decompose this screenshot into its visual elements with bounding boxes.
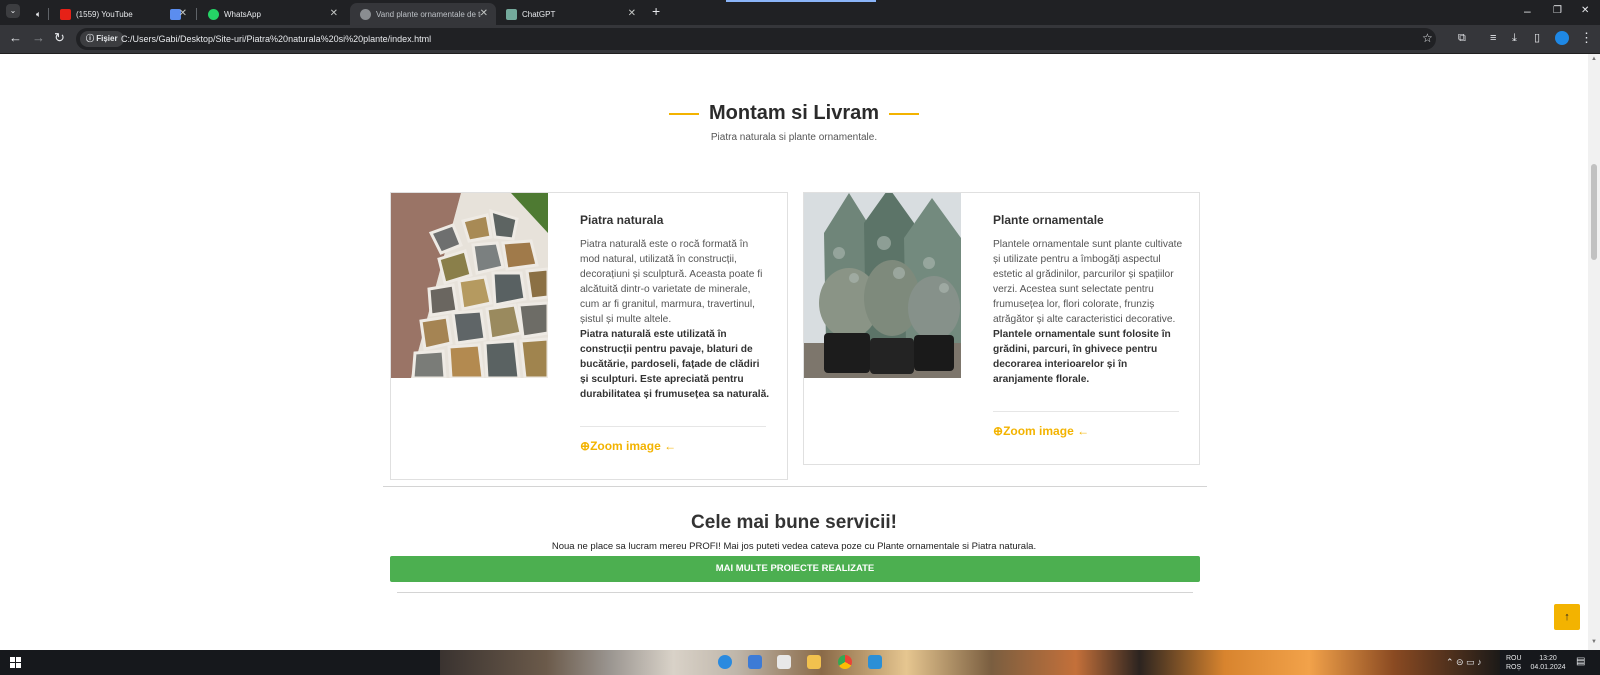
tab-label: ChatGPT: [522, 9, 556, 19]
speaker-icon: 🔈︎: [36, 8, 42, 19]
forward-icon[interactable]: →: [32, 30, 45, 46]
tray-icons[interactable]: ⌃ ⊝ ▭ ♪: [1446, 658, 1482, 667]
sidepanel-icon[interactable]: ▯: [1534, 30, 1540, 46]
vscode-icon[interactable]: [868, 655, 882, 669]
new-tab-button[interactable]: +: [652, 3, 660, 19]
close-icon[interactable]: ✕: [330, 8, 338, 19]
back-icon[interactable]: ←: [9, 30, 22, 46]
menu-icon[interactable]: ⋮: [1580, 30, 1593, 46]
page-viewport: Montam si Livram Piatra naturala si plan…: [0, 54, 1588, 650]
address-bar[interactable]: ⓘ Fișier C:/Users/Gabi/Desktop/Site-uri/…: [76, 28, 1436, 50]
profile-avatar[interactable]: [1555, 31, 1569, 45]
more-projects-button[interactable]: MAI MULTE PROIECTE REALIZATE: [390, 556, 1200, 582]
section-subtitle: Piatra naturala si plante ornamentale.: [710, 132, 878, 143]
card-title: Plante ornamentale: [993, 213, 1104, 227]
arrow-left-icon: ←: [664, 439, 677, 453]
card-title: Piatra naturala: [580, 213, 664, 227]
extensions-icon[interactable]: ⧉: [1458, 30, 1466, 46]
taskbar-wallpaper: [440, 650, 1500, 675]
restore-button[interactable]: ❐: [1553, 5, 1562, 16]
tab-label: Vand plante ornamentale de to: [376, 9, 481, 19]
browser-toolbar: ← → ↻ ⓘ Fișier C:/Users/Gabi/Desktop/Sit…: [0, 25, 1600, 54]
arrow-left-icon: ←: [1077, 424, 1090, 438]
section-title: Montam si Livram: [0, 102, 1588, 125]
zoom-in-icon: ⊕: [580, 439, 591, 453]
tab-label: WhatsApp: [224, 9, 261, 19]
tab-label: (1559) YouTube: [76, 9, 133, 19]
zoom-image-link[interactable]: ⊕Zoom image ←: [993, 424, 1089, 438]
tab-search-icon[interactable]: ⌄: [6, 4, 20, 18]
scroll-to-top-button[interactable]: ↑: [1554, 604, 1580, 630]
clock[interactable]: 13:20 04.01.2024: [1528, 654, 1568, 672]
edge-icon[interactable]: [718, 655, 732, 669]
language-indicator[interactable]: ROU ROȘ: [1506, 654, 1522, 672]
notification-icon[interactable]: ▤: [1576, 657, 1585, 667]
card-plante-ornamentale: Plante ornamentale Plantele ornamentale …: [803, 192, 1200, 465]
tab-whatsapp[interactable]: WhatsApp ✕: [198, 3, 346, 25]
close-icon[interactable]: ✕: [179, 8, 187, 19]
close-icon[interactable]: ✕: [480, 8, 488, 19]
tab-unnamed[interactable]: ✕: [160, 3, 195, 25]
scrollbar-thumb[interactable]: [1591, 164, 1597, 260]
tab-active-site[interactable]: Vand plante ornamentale de to ✕: [350, 3, 496, 25]
cast-icon[interactable]: ≡: [1490, 30, 1496, 46]
start-icon[interactable]: [10, 657, 21, 668]
section-divider: [397, 592, 1193, 593]
zoom-image-link[interactable]: ⊕Zoom image ←: [580, 439, 676, 453]
close-window-button[interactable]: ✕: [1581, 5, 1589, 16]
youtube-icon: [60, 8, 71, 20]
whatsapp-icon: [208, 8, 219, 20]
chrome-icon[interactable]: [838, 655, 852, 669]
calendar-icon[interactable]: [777, 655, 791, 669]
section-divider: [383, 486, 1207, 487]
tab-chatgpt[interactable]: ChatGPT ✕: [496, 3, 644, 25]
close-icon[interactable]: ✕: [628, 8, 636, 19]
reload-icon[interactable]: ↻: [54, 30, 65, 46]
chatgpt-icon: [506, 8, 517, 20]
zoom-in-icon: ⊕: [993, 424, 1004, 438]
page-scrollbar[interactable]: ▲ ▼: [1588, 54, 1600, 650]
ornamental-plants-image[interactable]: [804, 193, 961, 378]
globe-icon: [360, 8, 371, 20]
minimize-button[interactable]: –: [1524, 4, 1531, 18]
arrow-up-icon: ↑: [1564, 611, 1570, 623]
card-description: Piatra naturală este o rocă formată în m…: [580, 239, 770, 400]
stone-pavement-image[interactable]: [391, 193, 548, 378]
bookmark-star-icon[interactable]: ☆: [1422, 30, 1433, 46]
stone-pavement-image: [391, 193, 548, 378]
url-text[interactable]: C:/Users/Gabi/Desktop/Site-uri/Piatra%20…: [121, 32, 431, 46]
card-description: Plantele ornamentale sunt plante cultiva…: [993, 239, 1183, 385]
windows-taskbar: ⌃ ⊝ ▭ ♪ ROU ROȘ 13:20 04.01.2024 ▤: [0, 650, 1600, 675]
services-text: Noua ne place sa lucram mereu PROFI! Mai…: [551, 541, 1037, 552]
ornamental-plants-image: [804, 193, 961, 378]
mail-icon[interactable]: [748, 655, 762, 669]
explorer-icon[interactable]: [807, 655, 821, 669]
card-piatra-naturala: Piatra naturala Piatra naturală este o r…: [390, 192, 788, 480]
services-title: Cele mai bune servicii!: [691, 512, 897, 533]
download-icon[interactable]: ⤓: [1512, 30, 1517, 46]
site-info-chip[interactable]: ⓘ Fișier: [80, 31, 124, 47]
browser-tab-strip: ⌄ 🔈︎ (1559) YouTube ✕ WhatsApp ✕ Vand pl…: [0, 0, 1600, 25]
